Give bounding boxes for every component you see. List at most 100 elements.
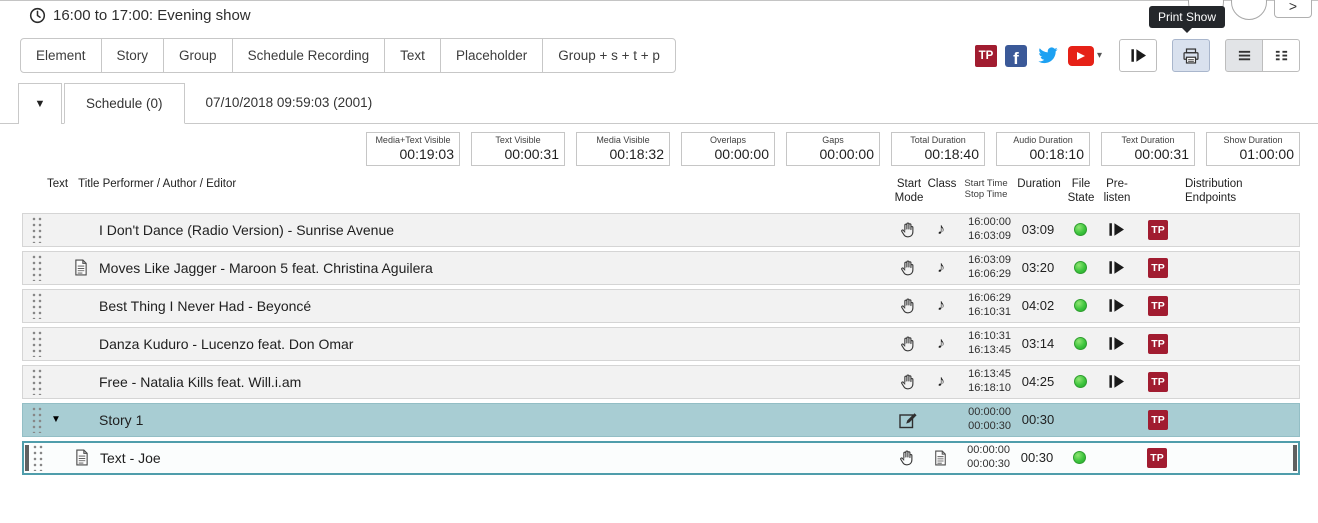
topbar-circle-button-2[interactable] — [1231, 0, 1267, 20]
tp-endpoint-icon[interactable]: TP — [1148, 296, 1168, 316]
tp-endpoint-icon[interactable]: TP — [1148, 372, 1168, 392]
header-start-stop-time: Start TimeStop Time — [957, 178, 1015, 201]
chevron-down-icon: ▼ — [35, 98, 46, 110]
prelisten-button[interactable] — [1098, 374, 1134, 389]
next-hour-button[interactable]: > — [1274, 0, 1312, 18]
start-stop-time: 00:00:0000:00:30 — [955, 444, 1013, 470]
start-mode-hand-icon[interactable] — [890, 373, 926, 391]
prelisten-play-icon — [1108, 260, 1125, 275]
tab-schedule[interactable]: Schedule (0) — [64, 83, 185, 124]
stat-text-duration: Text Duration00:00:31 — [1101, 132, 1195, 166]
music-note-icon: ♪ — [926, 297, 956, 315]
duration: 00:30 — [1014, 412, 1062, 427]
prelisten-play-icon — [1108, 222, 1125, 237]
duration: 03:20 — [1014, 260, 1062, 275]
text-class-icon — [925, 450, 955, 466]
story-button[interactable]: Story — [101, 38, 165, 73]
selection-handle-left[interactable] — [25, 445, 29, 471]
tab-dropdown-button[interactable]: ▼ — [18, 83, 62, 124]
distribution-endpoints[interactable]: TP — [1134, 372, 1299, 392]
start-mode-hand-icon[interactable] — [890, 259, 926, 277]
edit-story-icon[interactable] — [890, 411, 926, 429]
distribution-endpoints[interactable]: TP — [1134, 296, 1299, 316]
group-stp-button[interactable]: Group + s + t + p — [542, 38, 676, 73]
tp-endpoint-icon[interactable]: TP — [1148, 220, 1168, 240]
drag-handle-icon[interactable] — [31, 216, 43, 243]
start-mode-hand-icon[interactable] — [890, 297, 926, 315]
distribution-endpoints[interactable]: TP — [1134, 220, 1299, 240]
tp-endpoint-icon[interactable]: TP — [1148, 410, 1168, 430]
header-file-state: FileState — [1063, 178, 1099, 206]
print-show-button[interactable] — [1172, 39, 1210, 72]
start-mode-hand-icon[interactable] — [889, 449, 925, 467]
schedule-row[interactable]: I Don't Dance (Radio Version) - Sunrise … — [22, 213, 1300, 247]
story-row[interactable]: ▼ Story 1 00:00:0000:00:30 00:30 TP — [22, 403, 1300, 437]
text-button[interactable]: Text — [384, 38, 441, 73]
duration: 00:30 — [1013, 450, 1061, 465]
tp-endpoint-icon[interactable]: TP — [1148, 334, 1168, 354]
detail-view-button[interactable] — [1262, 39, 1300, 72]
prelisten-play-icon — [1108, 336, 1125, 351]
music-note-icon: ♪ — [926, 221, 956, 239]
clock-icon — [29, 7, 46, 24]
youtube-icon[interactable] — [1068, 46, 1094, 66]
caret-down-icon[interactable]: ▾ — [1097, 50, 1102, 61]
row-title: Best Thing I Never Had - Beyoncé — [99, 298, 890, 314]
schedule-row[interactable]: Moves Like Jagger - Maroon 5 feat. Chris… — [22, 251, 1300, 285]
drag-handle-icon[interactable] — [31, 292, 43, 319]
drag-handle-icon[interactable] — [31, 406, 43, 433]
start-mode-hand-icon[interactable] — [890, 335, 926, 353]
element-button[interactable]: Element — [20, 38, 102, 73]
distribution-endpoints[interactable]: TP — [1134, 334, 1299, 354]
twitter-icon[interactable] — [1035, 45, 1060, 66]
prelisten-play-icon — [1108, 298, 1125, 313]
schedule-row[interactable]: Best Thing I Never Had - Beyoncé ♪ 16:06… — [22, 289, 1300, 323]
group-button[interactable]: Group — [163, 38, 233, 73]
story-title: Story 1 — [99, 412, 890, 428]
collapse-story-icon[interactable]: ▼ — [43, 414, 69, 425]
prelisten-button[interactable] — [1098, 260, 1134, 275]
stat-media-text-visible: Media+Text Visible00:19:03 — [366, 132, 460, 166]
export-play-button[interactable] — [1119, 39, 1157, 72]
play-bar-icon — [1130, 48, 1147, 63]
drag-handle-icon[interactable] — [31, 330, 43, 357]
text-item-row[interactable]: Text - Joe 00:00:0000:00:30 00:30 TP — [22, 441, 1300, 475]
schedule-row[interactable]: Danza Kuduro - Lucenzo feat. Don Omar ♪ … — [22, 327, 1300, 361]
distribution-endpoints[interactable]: TP — [1133, 448, 1298, 468]
header-duration: Duration — [1015, 178, 1063, 192]
start-stop-time: 16:10:3116:13:45 — [956, 330, 1014, 356]
start-mode-hand-icon[interactable] — [890, 221, 926, 239]
prelisten-play-icon — [1108, 374, 1125, 389]
prelisten-button[interactable] — [1098, 298, 1134, 313]
schedule-recording-button[interactable]: Schedule Recording — [232, 38, 386, 73]
stat-total-duration: Total Duration00:18:40 — [891, 132, 985, 166]
tp-endpoint-icon[interactable]: TP — [1147, 448, 1167, 468]
prelisten-button[interactable] — [1098, 222, 1134, 237]
tab-bar: ▼ Schedule (0) 07/10/2018 09:59:03 (2001… — [0, 82, 1318, 124]
duration: 04:02 — [1014, 298, 1062, 313]
drag-handle-icon[interactable] — [32, 444, 44, 471]
start-stop-time: 16:03:0916:06:29 — [956, 254, 1014, 280]
placeholder-button[interactable]: Placeholder — [440, 38, 543, 73]
schedule-row[interactable]: Free - Natalia Kills feat. Will.i.am ♪ 1… — [22, 365, 1300, 399]
tab-show-date[interactable]: 07/10/2018 09:59:03 (2001) — [185, 82, 394, 123]
tp-distribution-icon[interactable]: TP — [975, 45, 997, 67]
duration: 03:09 — [1014, 222, 1062, 237]
text-document-icon — [74, 259, 88, 276]
file-ready-dot — [1074, 299, 1087, 312]
facebook-icon[interactable]: f — [1005, 45, 1027, 67]
file-ready-dot — [1074, 261, 1087, 274]
distribution-endpoints[interactable]: TP — [1134, 258, 1299, 278]
text-document-icon — [75, 449, 89, 466]
prelisten-button[interactable] — [1098, 336, 1134, 351]
list-view-button[interactable] — [1225, 39, 1263, 72]
selection-handle-right[interactable] — [1293, 445, 1297, 471]
start-stop-time: 00:00:0000:00:30 — [956, 406, 1014, 432]
distribution-endpoints[interactable]: TP — [1134, 410, 1299, 430]
drag-handle-icon[interactable] — [31, 368, 43, 395]
list-view-icon — [1236, 48, 1253, 63]
file-state-indicator — [1062, 299, 1098, 312]
tp-endpoint-icon[interactable]: TP — [1148, 258, 1168, 278]
drag-handle-icon[interactable] — [31, 254, 43, 281]
stat-gaps: Gaps00:00:00 — [786, 132, 880, 166]
